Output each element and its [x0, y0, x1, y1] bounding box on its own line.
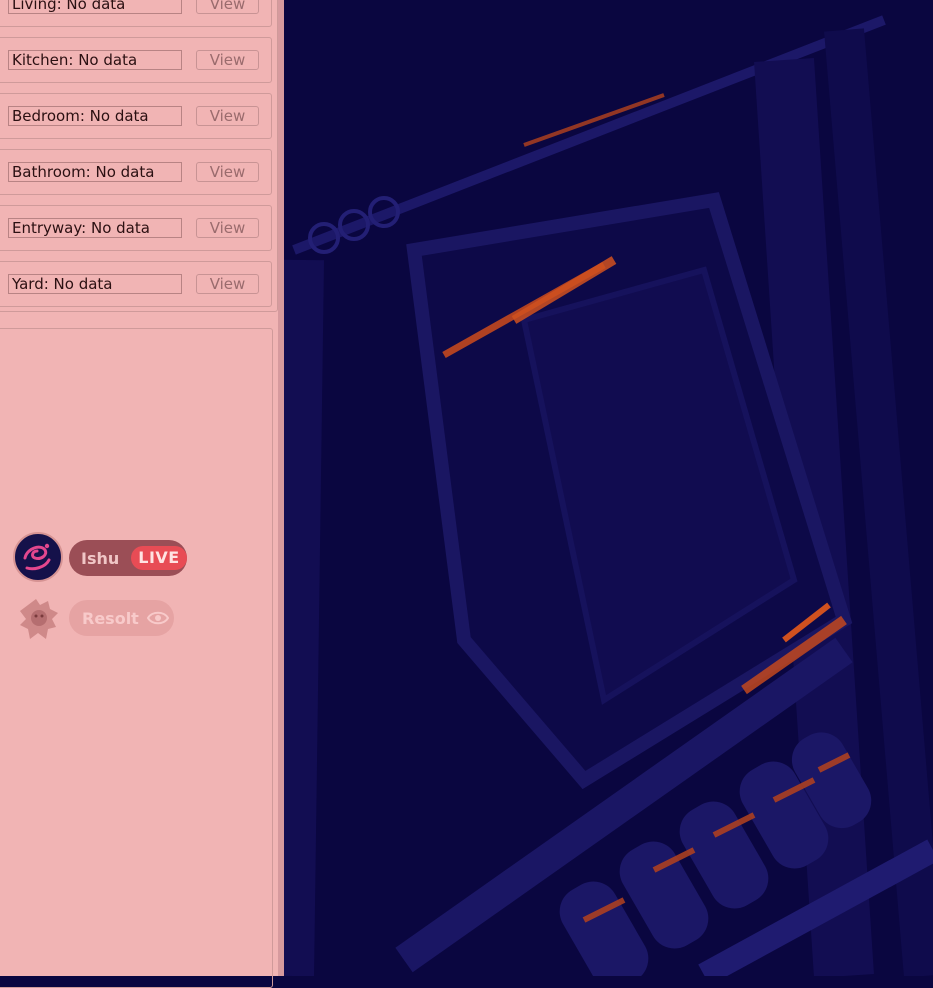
room-row-kitchen: Kitchen: No data View: [0, 37, 272, 83]
room-label: Kitchen: No data: [8, 50, 182, 70]
username: Ishu: [81, 548, 120, 568]
view-button[interactable]: View: [196, 106, 259, 126]
live-badge: LIVE: [131, 546, 187, 570]
view-button[interactable]: View: [196, 0, 259, 14]
left-panel: Living: No data View Kitchen: No data Vi…: [0, 0, 284, 988]
room-list: Living: No data View Kitchen: No data Vi…: [0, 0, 278, 312]
room-row-living: Living: No data View: [0, 0, 272, 27]
room-label: Bedroom: No data: [8, 106, 182, 126]
room-row-entryway: Entryway: No data View: [0, 205, 272, 251]
room-row-yard: Yard: No data View: [0, 261, 272, 307]
view-button[interactable]: View: [196, 162, 259, 182]
view-button[interactable]: View: [196, 274, 259, 294]
view-button[interactable]: View: [196, 50, 259, 70]
username: Resolt: [82, 608, 139, 628]
scene-background: [274, 0, 933, 988]
room-row-bedroom: Bedroom: No data View: [0, 93, 272, 139]
avatar-resolt[interactable]: [14, 593, 64, 643]
view-button[interactable]: View: [196, 218, 259, 238]
user-pill-resolt[interactable]: Resolt: [69, 600, 174, 636]
avatar-ishu[interactable]: [13, 532, 63, 582]
user-pill-ishu[interactable]: Ishu LIVE: [69, 540, 187, 576]
character-avatar-icon: [20, 599, 58, 639]
room-label: Bathroom: No data: [8, 162, 182, 182]
eye-icon: [146, 611, 169, 625]
scene-illustration: [274, 0, 933, 988]
chat-panel: [0, 328, 273, 988]
room-label: Living: No data: [8, 0, 182, 14]
room-label: Yard: No data: [8, 274, 182, 294]
room-label: Entryway: No data: [8, 218, 182, 238]
room-row-bathroom: Bathroom: No data View: [0, 149, 272, 195]
swirl-logo-icon: [16, 535, 60, 579]
